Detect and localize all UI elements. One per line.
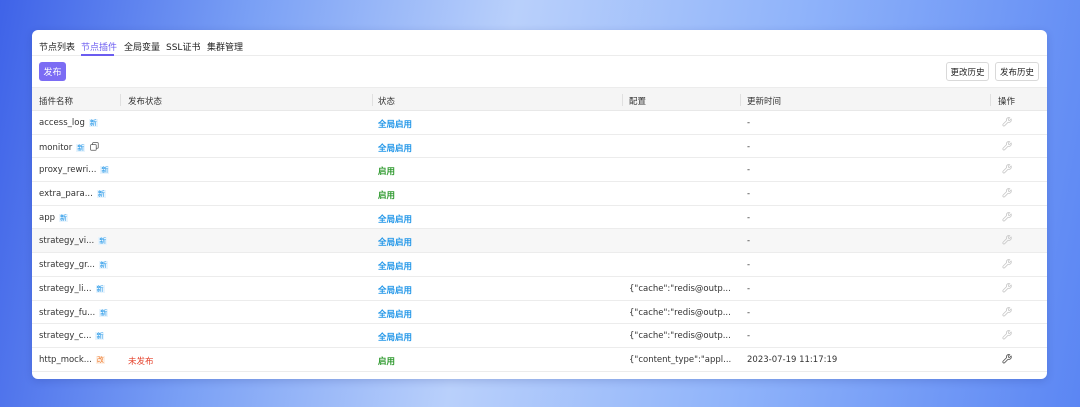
plugin-name: http_mock... 改 [39,354,105,365]
new-badge: 新 [100,166,110,175]
edit-wrench-icon[interactable] [1002,164,1012,177]
edit-wrench-icon[interactable] [1002,259,1012,272]
updated-time: - [747,141,751,152]
plugin-config: {"content_type":"appl... [629,354,732,365]
change-history-button[interactable]: 更改历史 [946,62,989,81]
plugin-name: strategy_gr... 新 [39,260,108,271]
plugin-config: {"cache":"redis@outp... [629,283,731,294]
col-publish-status: 发布状态 [128,97,163,107]
new-badge: 新 [99,308,109,317]
updated-time: - [747,212,751,223]
new-badge: 新 [98,237,108,246]
plugin-status: 启用 [378,191,396,202]
new-badge: 新 [76,143,86,152]
edit-wrench-icon[interactable] [1002,140,1012,154]
plugin-status: 启用 [378,356,396,367]
table-row[interactable]: proxy_rewri... 新 启用 - [32,158,1047,183]
plugin-status: 全局启用 [378,214,413,225]
updated-time: - [747,260,751,271]
table-row[interactable]: strategy_li... 新 全局启用 {"cache":"redis@outp.… [32,277,1047,301]
plugin-name: strategy_li... 新 [39,283,105,294]
table-row[interactable]: access_log 新 全局启用 - [32,111,1047,135]
edit-wrench-icon[interactable] [1002,117,1012,130]
new-badge: 新 [96,190,106,199]
modified-badge: 改 [95,355,105,364]
col-plugin-name: 插件名称 [39,97,74,107]
edit-wrench-icon[interactable] [1002,353,1012,367]
new-badge: 新 [95,284,105,293]
col-status: 状态 [378,97,396,107]
tab-node-plugins[interactable]: 节点插件 [81,40,117,53]
new-badge: 新 [98,261,108,270]
plugin-status: 全局启用 [378,238,413,249]
plugin-status: 全局启用 [378,262,413,273]
plugin-name: proxy_rewri... 新 [39,165,110,176]
plugin-config: {"cache":"redis@outp... [629,307,731,318]
new-badge: 新 [88,119,98,127]
table-row[interactable]: monitor 新 全局启用 - [32,135,1047,159]
active-tab-indicator [81,54,114,56]
plugin-panel: 节点列表 节点插件 全局变量 SSL证书 集群管理 发布 更改历史 发布历史 插… [32,30,1047,379]
updated-time: - [747,189,751,200]
plugin-config: {"cache":"redis@outp... [629,331,731,342]
plugin-name: strategy_c... 新 [39,331,105,342]
plugin-name: access_log 新 [39,118,98,128]
table-body: access_log 新全局启用 - monitor 新全局启用 - proxy_rewri… [32,111,1047,372]
table-row[interactable]: http_mock... 改 未发布 启用 {"content_type":"appl.… [32,348,1047,372]
col-config: 配置 [629,97,647,107]
updated-time: - [747,331,751,342]
updated-time: - [747,165,751,176]
plugin-name: extra_para... 新 [39,189,106,200]
edit-wrench-icon[interactable] [1002,306,1012,320]
table-row[interactable]: strategy_gr... 新 全局启用 - [32,253,1047,277]
plugin-name: strategy_vi... 新 [39,236,108,247]
tab-bar: 节点列表 节点插件 全局变量 SSL证书 集群管理 [32,30,1047,56]
updated-time: - [747,307,751,318]
plugin-name: app 新 [39,212,68,223]
table-row[interactable]: app 新 全局启用 - [32,206,1047,230]
edit-wrench-icon[interactable] [1002,235,1012,248]
tab-global-vars[interactable]: 全局变量 [124,40,160,53]
plugin-name: monitor 新 [39,141,99,154]
publish-status: 未发布 [128,356,154,367]
plugin-status: 全局启用 [378,120,413,130]
plugin-status: 全局启用 [378,309,413,320]
copy-icon[interactable] [90,141,99,154]
plugin-status: 全局启用 [378,285,413,296]
new-badge: 新 [59,213,68,222]
col-actions: 操作 [998,97,1016,107]
table-row[interactable]: extra_para... 新 启用 - [32,182,1047,206]
tab-ssl-cert[interactable]: SSL证书 [166,40,200,53]
plugin-name: strategy_fu... 新 [39,307,109,318]
updated-time: - [747,283,751,294]
table-row[interactable]: strategy_fu... 新 全局启用 {"cache":"redis@outp.… [32,301,1047,325]
updated-time: - [747,236,751,247]
tab-node-list[interactable]: 节点列表 [39,40,75,53]
plugin-status: 全局启用 [378,333,413,344]
plugin-status: 全局启用 [378,143,413,154]
edit-wrench-icon[interactable] [1002,211,1012,225]
publish-history-button[interactable]: 发布历史 [995,62,1039,81]
col-updated-time: 更新时间 [747,97,782,107]
edit-wrench-icon[interactable] [1002,188,1012,201]
plugin-status: 启用 [378,167,396,178]
table-header: 插件名称 发布状态 状态 配置 更新时间 操作 [32,87,1047,111]
publish-button[interactable]: 发布 [39,62,66,81]
table-row[interactable]: strategy_c... 新 全局启用 {"cache":"redis@outp..… [32,324,1047,348]
new-badge: 新 [95,332,105,341]
plugin-table: 插件名称 发布状态 状态 配置 更新时间 操作 access_log 新全局启用 -… [32,87,1047,372]
updated-time: - [747,118,751,128]
updated-time: 2023-07-19 11:17:19 [747,354,838,365]
tab-cluster-mgmt[interactable]: 集群管理 [207,40,243,53]
table-row[interactable]: strategy_vi... 新 全局启用 - [32,229,1047,254]
edit-wrench-icon[interactable] [1002,282,1012,296]
edit-wrench-icon[interactable] [1002,330,1012,343]
